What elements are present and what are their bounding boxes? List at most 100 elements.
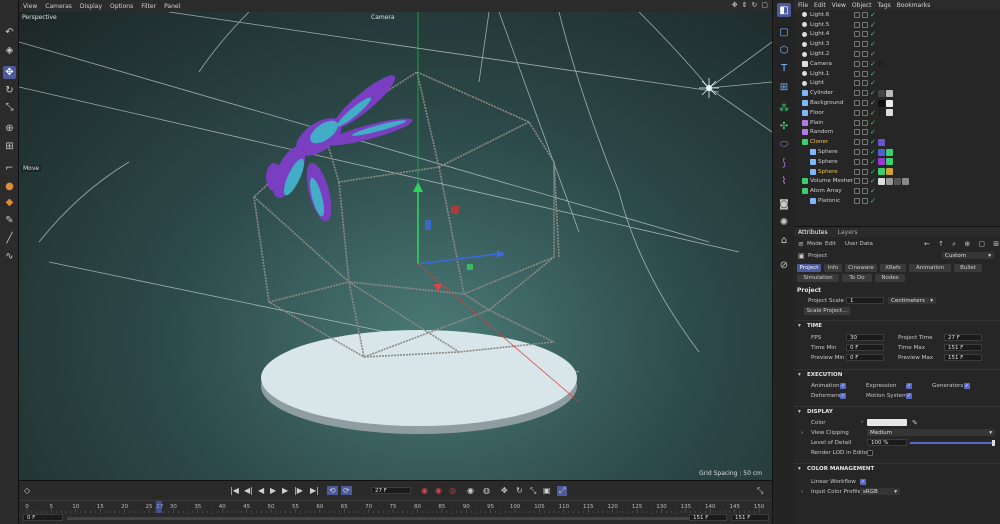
material-tag-icon[interactable] <box>878 138 885 146</box>
points-mode-icon[interactable]: ● <box>3 180 16 193</box>
visibility-toggle[interactable] <box>862 149 868 156</box>
subtab-todo[interactable]: To Do <box>842 274 872 282</box>
layer-toggle[interactable] <box>854 188 860 195</box>
attr-menu-user-data[interactable]: User Data <box>845 241 873 247</box>
text-tool-icon[interactable]: T <box>777 61 791 75</box>
undo-icon[interactable]: ↶ <box>3 26 16 39</box>
layer-toggle[interactable] <box>854 90 860 97</box>
autokey-icon[interactable]: ◉ <box>435 486 442 495</box>
generators-checkbox[interactable]: ✓ <box>964 383 970 389</box>
om-menu-edit[interactable]: Edit <box>814 2 826 9</box>
om-menu-tags[interactable]: Tags <box>877 2 890 9</box>
subtab-cineware[interactable]: Cineware <box>845 264 877 272</box>
project-scale-field[interactable]: 1 <box>846 297 884 304</box>
material-tag-icon[interactable] <box>886 168 893 176</box>
material-tag-icon[interactable] <box>886 158 893 166</box>
paint-icon[interactable]: ✎ <box>3 214 16 227</box>
collapse-icon[interactable]: ▾ <box>798 409 801 415</box>
time-max-field[interactable]: 151 F <box>944 344 982 351</box>
visibility-toggle[interactable] <box>862 100 868 107</box>
enabled-check-icon[interactable]: ✓ <box>870 40 876 48</box>
range-slider[interactable] <box>67 517 697 520</box>
layer-toggle[interactable] <box>854 100 860 107</box>
color-swatch[interactable] <box>867 419 907 426</box>
go-to-start-icon[interactable]: |◀ <box>230 486 239 495</box>
object-row[interactable]: Cylinder ✓ <box>794 88 1000 98</box>
fps-mode-icon[interactable]: ⟳ <box>341 486 352 495</box>
enabled-check-icon[interactable]: ✓ <box>870 158 876 166</box>
object-row[interactable]: Random ✓ <box>794 128 1000 138</box>
layer-toggle[interactable] <box>854 149 860 156</box>
subtab-project[interactable]: Project <box>797 264 821 272</box>
go-to-end-icon[interactable]: ▶| <box>310 486 319 495</box>
material-tag-icon[interactable] <box>886 177 893 185</box>
prev-frame-icon[interactable]: ◀ <box>258 486 264 495</box>
material-tag-icon[interactable] <box>878 109 885 117</box>
enabled-check-icon[interactable]: ✓ <box>870 50 876 58</box>
enabled-check-icon[interactable]: ✓ <box>870 168 876 176</box>
menu-filter[interactable]: Filter <box>141 3 156 10</box>
rotate-view-icon[interactable]: ↻ <box>752 1 758 9</box>
layer-toggle[interactable] <box>854 21 860 28</box>
cube-primitive-icon[interactable]: ▢ <box>777 25 791 39</box>
material-tag-icon[interactable] <box>886 109 893 117</box>
loop-icon[interactable]: ⟲ <box>327 486 338 495</box>
enabled-check-icon[interactable]: ✓ <box>870 60 876 68</box>
subtab-animation[interactable]: Animation <box>909 264 951 272</box>
param-key-icon[interactable]: ▣ <box>543 486 551 495</box>
material-tag-icon[interactable] <box>878 60 885 68</box>
visibility-toggle[interactable] <box>862 70 868 77</box>
layer-toggle[interactable] <box>854 158 860 165</box>
object-row[interactable]: Light.3 ✓ <box>794 39 1000 49</box>
object-row[interactable]: Plain ✓ <box>794 118 1000 128</box>
preset-dropdown[interactable]: Custom ▾ <box>942 252 994 259</box>
enabled-check-icon[interactable]: ✓ <box>870 21 876 29</box>
maximize-view-icon[interactable]: ▢ <box>761 1 768 9</box>
material-tag-icon[interactable] <box>878 99 885 107</box>
material-tag-icon[interactable] <box>878 89 885 97</box>
enabled-check-icon[interactable]: ✓ <box>870 148 876 156</box>
preview-max-field[interactable]: 151 F <box>944 354 982 361</box>
object-row[interactable]: Light ✓ <box>794 79 1000 89</box>
axis-icon[interactable]: ⊞ <box>3 140 16 153</box>
visibility-toggle[interactable] <box>862 109 868 116</box>
visibility-toggle[interactable] <box>862 158 868 165</box>
visibility-toggle[interactable] <box>862 60 868 67</box>
visibility-toggle[interactable] <box>862 11 868 18</box>
om-menu-view[interactable]: View <box>832 2 846 9</box>
object-row[interactable]: Atom Array ✓ <box>794 186 1000 196</box>
visibility-toggle[interactable] <box>862 21 868 28</box>
enabled-check-icon[interactable]: ✓ <box>870 138 876 146</box>
enabled-check-icon[interactable]: ✓ <box>870 177 876 185</box>
chevron-right-icon[interactable]: › <box>801 430 803 436</box>
layer-toggle[interactable] <box>854 41 860 48</box>
attr-menu-edit[interactable]: Edit <box>825 241 836 247</box>
time-min-field[interactable]: 0 F <box>846 344 884 351</box>
layer-toggle[interactable] <box>854 31 860 38</box>
input-color-profile-dropdown[interactable]: sRGB ▾ <box>860 488 900 495</box>
menu-panel[interactable]: Panel <box>164 3 180 10</box>
render-lod-checkbox[interactable] <box>867 450 873 456</box>
deformers-checkbox[interactable]: ✓ <box>840 393 846 399</box>
viewport-3d[interactable]: Perspective Camera Move Grid Spacing : 5… <box>19 12 772 480</box>
visibility-toggle[interactable] <box>862 51 868 58</box>
eyedropper-icon[interactable]: ✎ <box>912 419 918 427</box>
object-row[interactable]: Sphere ✓ <box>794 157 1000 167</box>
brush-icon[interactable]: ⌐ <box>3 162 16 175</box>
menu-options[interactable]: Options <box>110 3 133 10</box>
object-row[interactable]: Light.1 ✓ <box>794 69 1000 79</box>
object-row[interactable]: Background ✓ <box>794 98 1000 108</box>
layer-toggle[interactable] <box>854 70 860 77</box>
light-object-icon[interactable]: ✺ <box>777 215 791 229</box>
subtab-info[interactable]: Info <box>824 264 842 272</box>
scale-project-button[interactable]: Scale Project... <box>804 307 850 315</box>
generator-icon[interactable]: ⁂ <box>777 101 791 115</box>
layer-toggle[interactable] <box>854 109 860 116</box>
layer-toggle[interactable] <box>854 119 860 126</box>
null-object-icon[interactable]: ⊞ <box>777 80 791 94</box>
menu-view[interactable]: View <box>23 3 37 10</box>
layer-toggle[interactable] <box>854 129 860 136</box>
scale-key-icon[interactable]: ⤡ <box>530 486 536 496</box>
visibility-toggle[interactable] <box>862 41 868 48</box>
tab-attributes[interactable]: Attributes <box>798 229 828 236</box>
